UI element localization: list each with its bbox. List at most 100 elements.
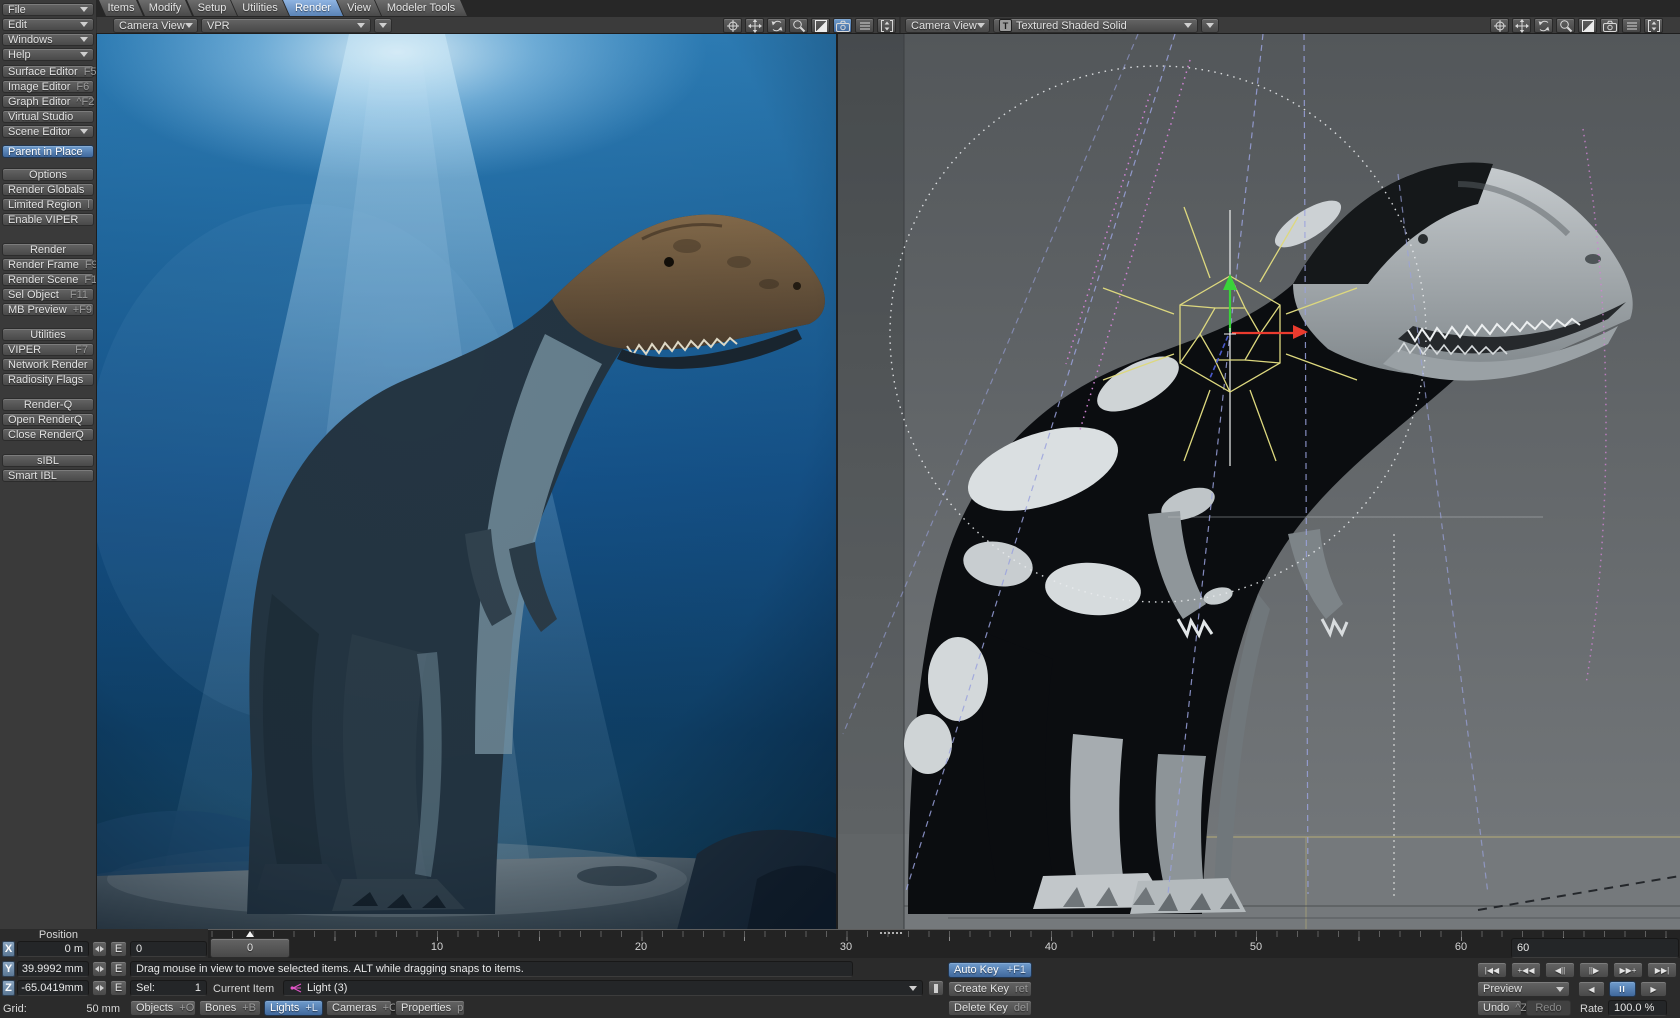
radiosity-flags-button[interactable]: Radiosity Flags	[2, 373, 94, 386]
maximize-icon[interactable]	[811, 18, 830, 33]
image-editor-button[interactable]: Image EditorF6	[2, 80, 94, 93]
edit-objects-button[interactable]: Objects+O	[130, 1000, 196, 1016]
x-axis-badge[interactable]: X	[2, 941, 15, 957]
resize-icon[interactable]	[1644, 18, 1663, 33]
menu-icon[interactable]	[1622, 18, 1641, 33]
limited-region-button[interactable]: Limited Regionl	[2, 198, 94, 211]
network-render-button[interactable]: Network Render	[2, 358, 94, 371]
grid-value: 50 mm	[45, 1003, 120, 1015]
rotate-icon[interactable]	[1534, 18, 1553, 33]
camera-icon[interactable]	[833, 18, 852, 33]
menu-file[interactable]: File	[2, 3, 94, 16]
rate-field[interactable]: 100.0 %	[1608, 1000, 1667, 1016]
move-icon[interactable]	[1512, 18, 1531, 33]
x-envelope-button[interactable]: E	[110, 941, 127, 957]
y-axis-badge[interactable]: Y	[2, 961, 15, 977]
parent-in-place-button[interactable]: Parent in Place	[2, 145, 94, 158]
zoom-icon[interactable]	[1556, 18, 1575, 33]
pan-icon[interactable]	[723, 18, 742, 33]
graph-editor-button[interactable]: Graph Editor^F2	[2, 95, 94, 108]
right-header-extra-dropdown[interactable]	[1201, 18, 1219, 33]
menu-help[interactable]: Help	[2, 48, 94, 61]
menu-edit[interactable]: Edit	[2, 18, 94, 31]
play-reverse-button[interactable]: ◀	[1578, 981, 1605, 997]
properties-button[interactable]: Propertiesp	[395, 1000, 465, 1016]
smart-ibl-button[interactable]: Smart IBL	[2, 469, 94, 482]
x-nudge-arrows-button[interactable]	[92, 941, 107, 957]
camera-icon[interactable]	[1600, 18, 1619, 33]
move-icon[interactable]	[745, 18, 764, 33]
left-render-mode-dropdown[interactable]: VPR	[201, 18, 371, 33]
tab-render[interactable]: Render	[283, 0, 343, 16]
y-nudge-arrows-button[interactable]	[92, 961, 107, 977]
timeline-ruler[interactable]: 10 20 30 40 50 60 0 60	[208, 929, 1680, 958]
left-header-extra-dropdown[interactable]	[374, 18, 392, 33]
play-button[interactable]: ▶	[1640, 981, 1667, 997]
z-nudge-arrows-button[interactable]	[92, 980, 107, 996]
z-envelope-button[interactable]: E	[110, 980, 127, 996]
step-forward-button[interactable]: ||▶	[1579, 962, 1609, 978]
virtual-studio-button[interactable]: Virtual Studio	[2, 110, 94, 123]
y-position-field[interactable]: 39.9992 mm	[17, 961, 89, 977]
undo-button[interactable]: Undo^Z	[1477, 1000, 1522, 1016]
arrow-right-icon	[100, 985, 104, 991]
right-render-mode-dropdown[interactable]: TTextured Shaded Solid	[993, 18, 1198, 33]
go-to-start-button[interactable]: |◀◀	[1477, 962, 1507, 978]
zoom-icon[interactable]	[789, 18, 808, 33]
item-list-button[interactable]	[928, 980, 944, 996]
viper-button[interactable]: VIPERF7	[2, 343, 94, 356]
shortcut: F9	[79, 259, 98, 271]
auto-key-button[interactable]: Auto Key+F1	[948, 962, 1032, 978]
pause-button[interactable]: II	[1609, 981, 1636, 997]
end-frame-field[interactable]: 60	[1511, 938, 1679, 958]
resize-icon[interactable]	[877, 18, 896, 33]
sel-object-button[interactable]: Sel ObjectF11	[2, 288, 94, 301]
tab-items[interactable]: Items	[99, 0, 143, 16]
tab-modify[interactable]: Modify	[138, 0, 192, 16]
right-view-mode-dropdown[interactable]: Camera View	[905, 18, 990, 33]
menu-icon[interactable]	[855, 18, 874, 33]
redo-button[interactable]: Redo	[1526, 1000, 1571, 1016]
y-envelope-button[interactable]: E	[110, 961, 127, 977]
tab-view[interactable]: View	[337, 0, 381, 16]
shaded-viewport[interactable]	[838, 34, 1680, 930]
step-back-button[interactable]: ◀||	[1545, 962, 1575, 978]
enable-viper-button[interactable]: Enable VIPER	[2, 213, 94, 226]
delete-key-button[interactable]: Delete Keydel	[948, 1000, 1032, 1016]
edit-lights-button[interactable]: Lights+L	[264, 1000, 323, 1016]
close-renderq-button[interactable]: Close RenderQ	[2, 428, 94, 441]
chevron-down-icon	[80, 37, 88, 42]
render-globals-button[interactable]: Render Globals	[2, 183, 94, 196]
z-axis-badge[interactable]: Z	[2, 980, 15, 996]
go-to-end-button[interactable]: ▶▶|	[1647, 962, 1677, 978]
create-key-button[interactable]: Create Keyret	[948, 981, 1032, 997]
prev-key-button[interactable]: +◀◀	[1511, 962, 1541, 978]
preview-dropdown[interactable]: Preview	[1477, 981, 1570, 997]
x-position-field[interactable]: 0 m	[17, 941, 89, 957]
left-viewport-header: Camera View VPR	[97, 17, 899, 34]
maximize-icon[interactable]	[1578, 18, 1597, 33]
ruler-tick-label: 30	[840, 941, 852, 953]
edit-bones-button[interactable]: Bones+B	[199, 1000, 261, 1016]
open-renderq-button[interactable]: Open RenderQ	[2, 413, 94, 426]
label: Surface Editor	[8, 66, 78, 78]
frame-slider-handle[interactable]: 0	[210, 938, 290, 958]
rotate-icon[interactable]	[767, 18, 786, 33]
scene-editor-button[interactable]: Scene Editor	[2, 125, 94, 138]
render-frame-button[interactable]: Render FrameF9	[2, 258, 94, 271]
pan-icon[interactable]	[1490, 18, 1509, 33]
surface-editor-button[interactable]: Surface EditorF5	[2, 65, 94, 78]
vpr-render-viewport[interactable]	[97, 34, 836, 930]
tab-setup[interactable]: Setup	[187, 0, 237, 16]
edit-cameras-button[interactable]: Cameras+C	[326, 1000, 392, 1016]
tab-utilities[interactable]: Utilities	[231, 0, 289, 16]
left-view-mode-dropdown[interactable]: Camera View	[113, 18, 198, 33]
current-frame-field[interactable]: 0	[130, 941, 207, 957]
current-item-dropdown[interactable]: Light (3)	[283, 980, 923, 996]
z-position-field[interactable]: -65.0419mm	[17, 980, 89, 996]
mb-preview-button[interactable]: MB Preview+F9	[2, 303, 94, 316]
tab-modeler-tools[interactable]: Modeler Tools	[375, 0, 467, 16]
render-scene-button[interactable]: Render SceneF10	[2, 273, 94, 286]
next-key-button[interactable]: ▶▶+	[1613, 962, 1643, 978]
menu-windows[interactable]: Windows	[2, 33, 94, 46]
